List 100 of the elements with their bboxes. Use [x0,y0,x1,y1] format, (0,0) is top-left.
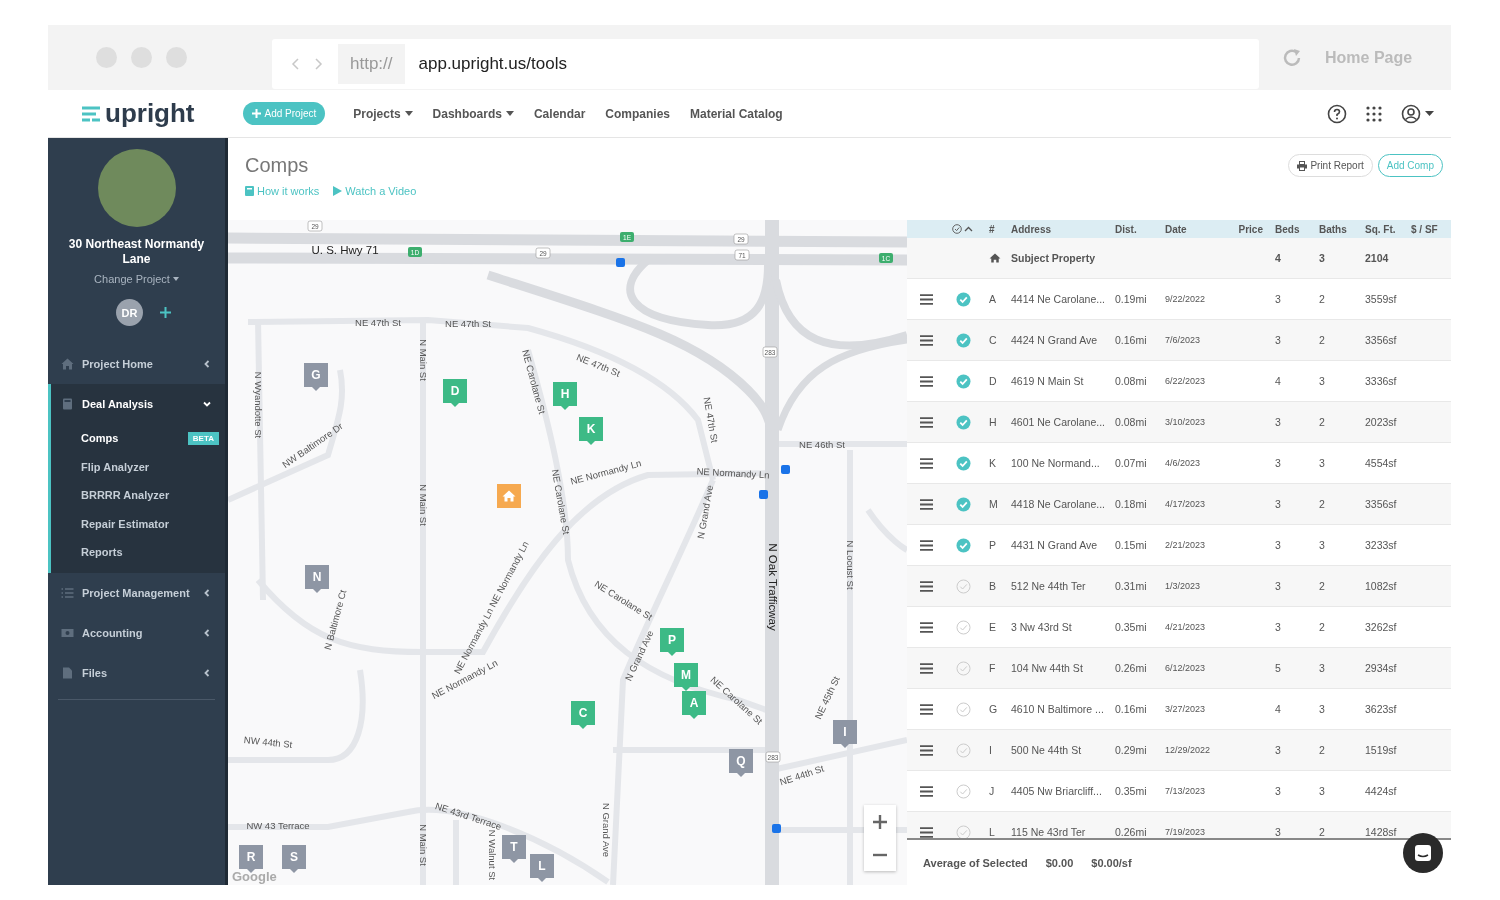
column-header[interactable]: Date [1165,223,1225,235]
bus-stop-icon[interactable] [772,824,781,833]
back-forward-icon[interactable] [290,56,324,71]
column-header[interactable]: Beds [1263,223,1313,235]
table-cell-text: 3/27/2023 [1165,704,1207,714]
column-header[interactable]: Address [1011,223,1115,235]
sidebar-item[interactable]: Deal Analysis [51,384,225,424]
apps-grid-icon[interactable] [1365,104,1383,123]
street-label: NE 45th St [812,674,842,721]
table-cell-text: 2/21/2023 [1165,540,1207,550]
address-bar[interactable]: http:// app.upright.us/tools [272,38,1259,89]
table-cell-text: 4/6/2023 [1165,458,1202,468]
checkbox-check-icon[interactable] [955,455,971,471]
checkbox-check-icon[interactable] [955,414,971,430]
table-cell-text: 3623sf [1364,703,1398,715]
beta-badge: BETA [187,431,219,445]
checkbox-check-icon[interactable] [955,701,971,717]
street-label: NW 43 Terrace [246,819,310,831]
zoom-control[interactable] [864,805,896,871]
map-attribution-logo: Google [232,869,277,884]
drag-handle-icon[interactable] [919,744,933,756]
table-cell-text: 3 [1274,498,1282,510]
table-cell-text: 4424sf [1364,785,1398,797]
sidebar-item[interactable]: Project Management [48,572,225,613]
drag-handle-icon[interactable] [919,457,933,469]
bus-stop-icon[interactable] [781,465,790,474]
sidebar-item[interactable]: Project Home [48,344,225,384]
drag-handle-icon[interactable] [919,293,933,305]
sidebar-subitem[interactable]: Flip Analyzer [51,452,225,481]
nav-menu-item[interactable]: Projects [353,106,413,121]
checkbox-check-icon[interactable] [955,496,971,512]
map[interactable] [228,220,907,885]
table-cell-text: 4/17/2023 [1165,499,1207,509]
table-cell-text: 7/19/2023 [1165,827,1207,837]
table-cell-text: 2023sf [1364,416,1398,428]
drag-handle-icon[interactable] [919,334,933,346]
checkbox-check-icon[interactable] [955,619,971,635]
sidebar-item[interactable]: Accounting [48,612,225,653]
street-label: NE Normandy Ln [696,465,770,481]
chat-button[interactable] [1403,833,1443,873]
sidebar-item[interactable]: Files [48,652,225,693]
column-header[interactable]: Baths [1313,223,1359,235]
help-icon[interactable] [1327,103,1347,124]
drag-handle-icon[interactable] [919,539,933,551]
checkbox-check-icon[interactable] [955,537,971,553]
zoom-in-icon[interactable] [873,814,887,829]
drag-handle-icon[interactable] [919,498,933,510]
money-icon [61,626,74,639]
subject-property-marker[interactable] [497,484,521,508]
change-project-dropdown[interactable]: Change Project [48,273,225,285]
sidebar-subitem[interactable]: Reports [51,538,225,567]
drag-handle-icon[interactable] [919,416,933,428]
checkbox-check-icon[interactable] [955,660,971,676]
column-header[interactable]: Dist. [1115,223,1165,235]
nav-menu-item[interactable]: Companies [605,106,670,121]
drag-handle-icon[interactable] [919,375,933,387]
table-cell-text: 3 [1318,662,1326,674]
nav-menu-item[interactable]: Calendar [533,106,586,121]
checkbox-check-icon[interactable] [955,373,971,389]
home-icon [502,490,516,502]
checkbox-check-icon[interactable] [955,783,971,799]
table-cell-text: 3336sf [1364,375,1398,387]
drag-handle-icon[interactable] [919,662,933,674]
bus-stop-icon[interactable] [759,490,768,499]
checkbox-check-icon[interactable] [955,742,971,758]
protocol-label: http:// [338,43,405,84]
drag-handle-icon[interactable] [919,580,933,592]
table-cell-text: 4 [1274,375,1282,387]
street-label: NE 46th St [799,438,845,450]
table-cell-text: 0.16mi [1115,334,1148,346]
sidebar-subitem[interactable]: Repair Estimator [51,509,225,538]
select-all-icon[interactable] [952,224,974,234]
print-report-button[interactable]: Print Report [1288,154,1373,177]
drag-handle-icon[interactable] [919,621,933,633]
reload-icon[interactable] [1281,46,1303,69]
table-cell-text: 4610 N Baltimore ... [1011,703,1105,715]
user-menu-icon[interactable] [1401,103,1435,124]
sidebar-subitem[interactable]: BRRRR Analyzer [51,481,225,510]
column-header[interactable]: Sq. Ft. [1359,223,1411,235]
nav-menu-item[interactable]: Dashboards [432,106,514,121]
logo[interactable]: upright [80,98,195,129]
sidebar-subitem[interactable]: Comps BETA [51,424,225,453]
street-label: N Locust St [845,540,857,590]
checkbox-check-icon[interactable] [955,332,971,348]
table-cell-text: 2 [1318,293,1326,305]
column-header[interactable]: $ / SF [1411,223,1451,235]
drag-handle-icon[interactable] [919,785,933,797]
checkbox-check-icon[interactable] [955,578,971,594]
checkbox-check-icon[interactable] [955,291,971,307]
column-header[interactable]: # [981,223,1011,235]
project-name: 30 Northeast Normandy Lane [67,237,206,267]
drag-handle-icon[interactable] [919,826,933,838]
checkbox-check-icon[interactable] [955,824,971,838]
bus-stop-icon[interactable] [616,258,625,267]
add-member-icon[interactable] [160,307,171,318]
nav-menu-item[interactable]: Material Catalog [690,106,783,121]
drag-handle-icon[interactable] [919,703,933,715]
table-cell-text: I [988,744,993,756]
column-header[interactable]: Price [1225,223,1263,235]
street-label: N Main St [418,484,430,526]
